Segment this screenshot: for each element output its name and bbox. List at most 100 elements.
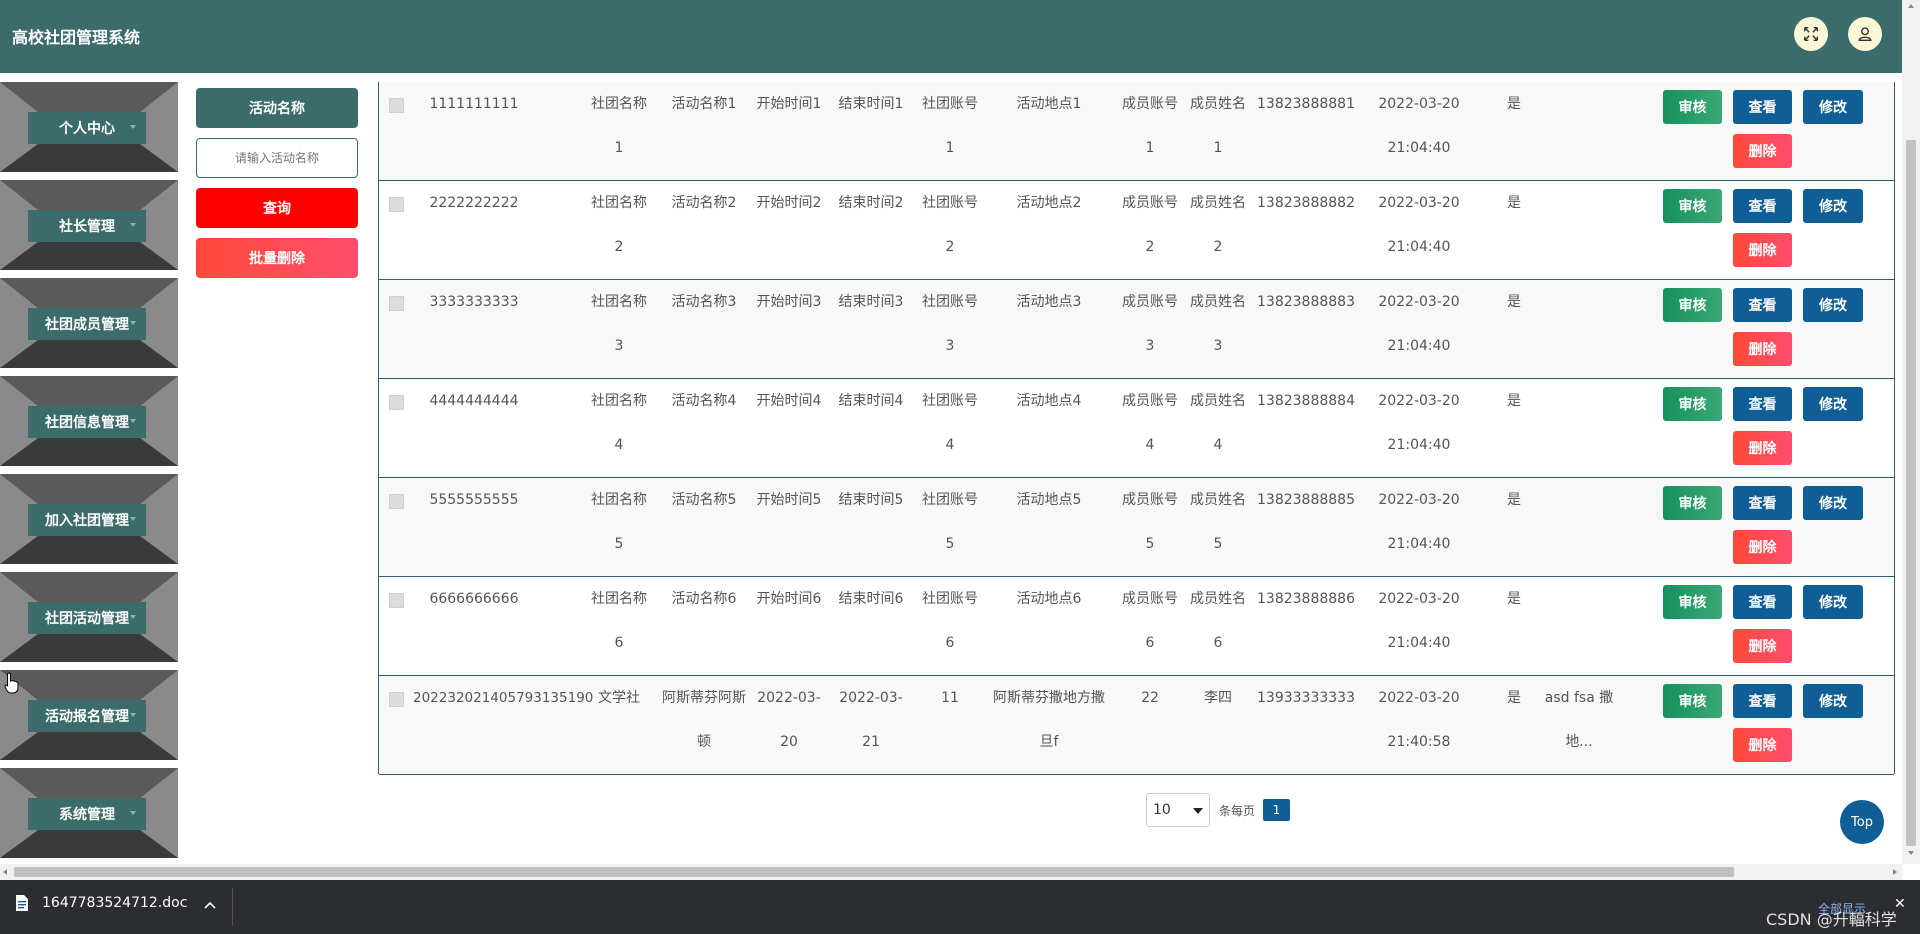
delete-button[interactable]: 删除 [1733,233,1792,267]
row-checkbox[interactable] [389,692,404,707]
row-checkbox[interactable] [389,98,404,113]
delete-button[interactable]: 删除 [1733,629,1792,663]
cell-club-2: 1 [614,140,624,156]
cell-approved: 是 [1507,96,1521,112]
edit-button[interactable]: 修改 [1803,387,1863,421]
cell-end: 结束时间3 [838,294,904,310]
audit-button[interactable]: 审核 [1663,585,1722,619]
sidebar-item-personal-center[interactable]: 个人中心 [0,82,178,172]
page-number-button[interactable]: 1 [1263,799,1290,821]
audit-button[interactable]: 审核 [1663,387,1722,421]
sidebar-item-members[interactable]: 社团成员管理 [0,278,178,368]
cell-phone: 13933333333 [1257,690,1355,706]
edit-button[interactable]: 修改 [1803,90,1863,124]
edit-button[interactable]: 修改 [1803,189,1863,223]
row-checkbox[interactable] [389,494,404,509]
user-menu-button[interactable] [1848,17,1882,51]
cell-id: 2222222222 [429,195,519,211]
table-row: 3333333333 社团名称 3 活动名称3 开始时间3 结束时间3 社团账号… [379,280,1894,379]
delete-button[interactable]: 删除 [1733,728,1792,762]
delete-button[interactable]: 删除 [1733,332,1792,366]
cell-club-account-2: 3 [945,338,955,354]
view-button[interactable]: 查看 [1733,288,1792,322]
cell-activity: 活动名称5 [671,492,737,508]
cell-member-name: 成员姓名 [1190,492,1246,508]
cell-date: 2022-03-20 [1378,690,1460,706]
scrollbar-thumb[interactable] [14,867,1734,877]
sidebar-item-label: 个人中心 [28,112,146,144]
back-to-top-button[interactable]: Top [1840,800,1884,844]
caret-down-icon [130,615,136,619]
sidebar-item-club-info[interactable]: 社团信息管理 [0,376,178,466]
row-checkbox[interactable] [389,296,404,311]
cell-approved: 是 [1507,690,1521,706]
activity-name-input[interactable] [196,138,358,178]
cell-club: 社团名称 [591,591,647,607]
audit-button[interactable]: 审核 [1663,486,1722,520]
cell-activity: 阿斯蒂芬阿斯 [662,690,746,706]
sidebar-nav: 个人中心 社长管理 社团成员管理 社团信息管理 加入社团管理 社团活动管理 活动… [0,82,178,862]
cell-place: 阿斯蒂芬撒地方撒 [993,690,1105,706]
scroll-left-icon[interactable] [3,869,7,875]
sidebar-item-club-activity[interactable]: 社团活动管理 [0,572,178,662]
cell-end-2: 21 [862,734,880,750]
vertical-scrollbar[interactable] [1902,0,1920,864]
cell-member-account-2: 1 [1145,140,1155,156]
cell-club-2: 5 [614,536,624,552]
cell-date: 2022-03-20 [1378,96,1460,112]
scroll-right-icon[interactable] [1893,869,1897,875]
edit-button[interactable]: 修改 [1803,288,1863,322]
sidebar-item-president[interactable]: 社长管理 [0,180,178,270]
watermark: CSDN @升輻科学 [1766,910,1897,929]
cell-approved: 是 [1507,591,1521,607]
delete-button[interactable]: 删除 [1733,530,1792,564]
view-button[interactable]: 查看 [1733,486,1792,520]
download-item[interactable]: 1647783524712.doc [14,894,187,912]
view-button[interactable]: 查看 [1733,189,1792,223]
cell-club: 文学社 [598,690,640,706]
scrollbar-thumb[interactable] [1906,140,1916,846]
cell-member-name-2: 6 [1213,635,1223,651]
cell-place: 活动地点3 [1016,294,1082,310]
view-button[interactable]: 查看 [1733,90,1792,124]
query-button[interactable]: 查询 [196,188,358,228]
cell-club-account-2: 6 [945,635,955,651]
expand-icon [1803,26,1819,42]
activity-table: 1111111111 社团名称 1 活动名称1 开始时间1 结束时间1 社团账号… [378,82,1895,775]
audit-button[interactable]: 审核 [1663,684,1722,718]
scroll-up-icon[interactable] [1908,4,1914,8]
edit-button[interactable]: 修改 [1803,684,1863,718]
sidebar-item-system[interactable]: 系统管理 [0,768,178,858]
cell-end: 结束时间5 [838,492,904,508]
cell-club-account: 社团账号 [922,195,978,211]
row-checkbox[interactable] [389,197,404,212]
row-checkbox[interactable] [389,395,404,410]
cell-club-2: 4 [614,437,624,453]
batch-delete-button[interactable]: 批量删除 [196,238,358,278]
fullscreen-button[interactable] [1794,17,1828,51]
cell-club-2: 3 [614,338,624,354]
edit-button[interactable]: 修改 [1803,585,1863,619]
row-checkbox[interactable] [389,593,404,608]
delete-button[interactable]: 删除 [1733,431,1792,465]
edit-button[interactable]: 修改 [1803,486,1863,520]
page-size-select[interactable]: 10 [1146,793,1210,827]
cell-club-account-2: 4 [945,437,955,453]
view-button[interactable]: 查看 [1733,585,1792,619]
cell-member-name-2: 4 [1213,437,1223,453]
table-row: 6666666666 社团名称 6 活动名称6 开始时间6 结束时间6 社团账号… [379,577,1894,676]
view-button[interactable]: 查看 [1733,387,1792,421]
cell-club-account: 社团账号 [922,591,978,607]
chevron-up-icon[interactable] [204,900,216,910]
view-button[interactable]: 查看 [1733,684,1792,718]
audit-button[interactable]: 审核 [1663,288,1722,322]
sidebar-item-activity-signup[interactable]: 活动报名管理 [0,670,178,760]
audit-button[interactable]: 审核 [1663,189,1722,223]
sidebar-item-join-club[interactable]: 加入社团管理 [0,474,178,564]
delete-button[interactable]: 删除 [1733,134,1792,168]
cell-date: 2022-03-20 [1378,492,1460,508]
cell-member-name-2: 1 [1213,140,1223,156]
audit-button[interactable]: 审核 [1663,90,1722,124]
scroll-down-icon[interactable] [1908,851,1914,855]
horizontal-scrollbar[interactable] [0,864,1902,880]
